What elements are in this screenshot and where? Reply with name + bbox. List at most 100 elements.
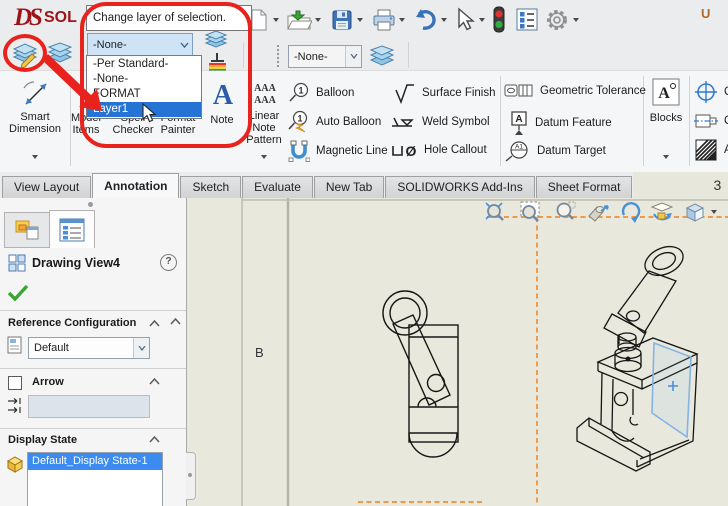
display-state-listbox[interactable]: Default_Display State-1 (27, 452, 163, 506)
open-icon (286, 8, 312, 32)
hole-callout-label: Hole Callout (424, 144, 487, 156)
blocks-label: Blocks (645, 112, 687, 124)
tab-view-layout[interactable]: View Layout (2, 176, 91, 198)
scroll-up-chevron-icon[interactable] (170, 318, 181, 325)
datum-target-button[interactable]: A1 Datum Target (503, 140, 606, 162)
center-mark-icon (694, 80, 718, 104)
drawing-sheet (187, 198, 728, 506)
caret-down-icon[interactable] (357, 18, 363, 22)
ok-check-icon[interactable] (7, 284, 29, 302)
tab-sheet-format[interactable]: Sheet Format (536, 176, 633, 198)
pm-tab-feature-tree[interactable] (49, 210, 95, 248)
logo-ds-glyph: DS (14, 4, 40, 31)
surface-finish-button[interactable]: Surface Finish (392, 82, 496, 104)
properties-button[interactable] (515, 7, 539, 35)
centerline-icon (694, 110, 718, 132)
collapse-chevron-icon[interactable] (149, 320, 160, 327)
zoom-to-selection-icon[interactable] (585, 200, 609, 224)
surface-finish-label: Surface Finish (422, 87, 496, 99)
toolbar-grip[interactable] (277, 45, 279, 67)
3d-drawing-view-icon[interactable] (649, 200, 673, 224)
display-state-icon (5, 454, 25, 473)
caret-down-icon[interactable] (663, 155, 669, 159)
view-palette-icon (15, 219, 39, 241)
display-state-selected-item[interactable]: Default_Display State-1 (28, 453, 162, 470)
tab-new-tab[interactable]: New Tab (314, 176, 384, 198)
geometric-tolerance-label: Geometric Tolerance (540, 85, 646, 97)
weld-symbol-button[interactable]: Weld Symbol (390, 112, 490, 132)
balloon-number: 1 (297, 114, 302, 124)
zoom-to-area-icon[interactable] (519, 200, 543, 224)
blocks-letter: A (658, 85, 670, 102)
partial-edge-icon[interactable] (721, 200, 728, 224)
caret-down-icon[interactable] (32, 155, 38, 159)
magnetic-line-button[interactable]: Magnetic Line (288, 140, 388, 162)
center-mark-button[interactable]: C (694, 80, 728, 104)
centerline-label: C (724, 115, 728, 127)
solidworks-window: DSSOL U (0, 0, 728, 506)
area-hatch-button[interactable]: A (694, 138, 728, 162)
tab-solidworks-add-ins[interactable]: SOLIDWORKS Add-Ins (385, 176, 534, 198)
undo-icon (412, 8, 438, 32)
pattern-glyph-2: AAA (254, 95, 276, 106)
print-button[interactable] (372, 8, 405, 32)
rotate-view-icon[interactable] (619, 200, 643, 224)
weld-symbol-icon (390, 112, 416, 132)
balloon-button[interactable]: 1 Balloon (288, 82, 354, 104)
layer-stack-button-2[interactable] (369, 45, 395, 70)
tab-annotation[interactable]: Annotation (92, 173, 179, 198)
caret-down-icon[interactable] (315, 18, 321, 22)
caret-down-icon[interactable] (573, 18, 579, 22)
open-button[interactable] (286, 8, 321, 32)
selected-face-highlight[interactable] (652, 343, 691, 437)
panel-flyout-handle[interactable] (186, 452, 196, 500)
combo-dropdown-zone[interactable] (133, 338, 149, 358)
caret-down-icon[interactable] (399, 18, 405, 22)
graphics-area[interactable]: B (187, 198, 728, 506)
front-view[interactable] (383, 291, 458, 457)
datum-feature-icon: A (509, 110, 529, 136)
layer-stack-button[interactable] (47, 42, 73, 67)
collapse-chevron-icon[interactable] (149, 436, 160, 443)
arrow-checkbox[interactable] (8, 376, 22, 390)
options-button[interactable] (544, 7, 579, 33)
smart-dimension-button[interactable]: Smart Dimension (2, 74, 68, 166)
caret-down-icon[interactable] (261, 155, 267, 159)
datum-target-label: Datum Target (537, 145, 606, 157)
undo-button[interactable] (412, 8, 447, 32)
arrow-text-field[interactable] (28, 395, 150, 418)
blocks-button[interactable]: A Blocks (645, 74, 687, 166)
caret-down-icon[interactable] (441, 18, 447, 22)
geometric-tolerance-icon (504, 82, 534, 100)
new-document-button[interactable] (248, 8, 279, 32)
tab-evaluate[interactable]: Evaluate (242, 176, 313, 198)
hole-callout-button[interactable]: Ø Hole Callout (390, 140, 487, 160)
centerline-button[interactable]: C (694, 110, 728, 132)
datum-feature-button[interactable]: A Datum Feature (509, 110, 612, 136)
view-settings-cube-icon[interactable] (683, 200, 707, 224)
geometric-tolerance-button[interactable]: Geometric Tolerance (504, 82, 646, 100)
tab-sketch[interactable]: Sketch (180, 176, 241, 198)
select-button[interactable] (454, 7, 485, 32)
zoom-in-out-icon[interactable] (553, 200, 577, 224)
print-icon (372, 8, 396, 32)
help-icon[interactable]: ? (160, 254, 177, 271)
datum-letter: A (515, 114, 522, 125)
save-button[interactable] (330, 8, 363, 32)
combo-dropdown-zone[interactable] (345, 46, 361, 67)
datum-target-letter: A1 (515, 144, 523, 151)
area-hatch-label: A (724, 144, 728, 156)
layer-combobox[interactable]: -None- (288, 45, 362, 68)
ref-config-combobox[interactable]: Default (28, 337, 150, 359)
caret-down-icon[interactable] (711, 210, 717, 214)
panel-splitter-dot[interactable] (88, 202, 93, 207)
auto-balloon-button[interactable]: 1 Auto Balloon (286, 110, 381, 134)
caret-down-icon[interactable] (479, 18, 485, 22)
collapse-chevron-icon[interactable] (149, 378, 160, 385)
caret-down-icon[interactable] (273, 18, 279, 22)
zoom-to-fit-icon[interactable] (483, 200, 507, 224)
interference-check-button[interactable] (492, 6, 506, 37)
balloon-number: 1 (298, 86, 303, 96)
pm-tab-property-manager[interactable] (4, 212, 50, 248)
datum-feature-label: Datum Feature (535, 117, 612, 129)
